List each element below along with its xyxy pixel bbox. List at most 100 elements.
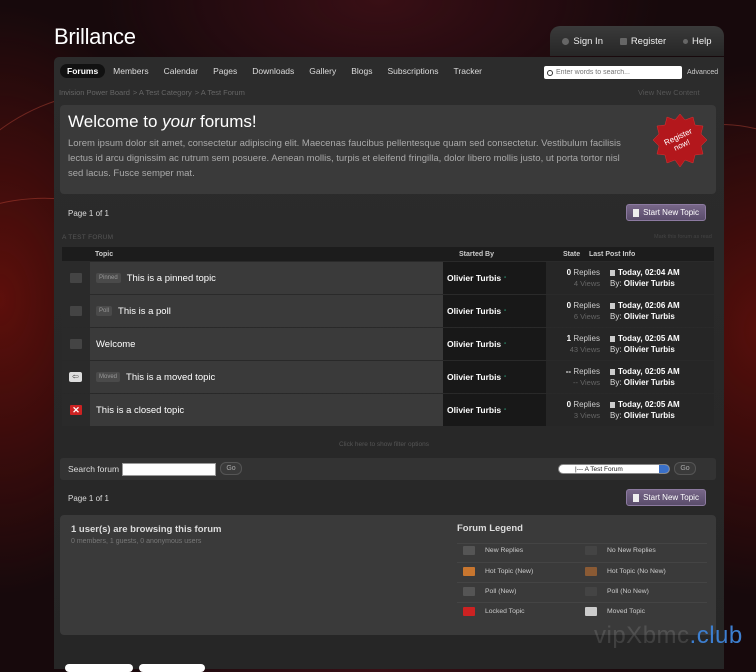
- legend-divider: [457, 602, 707, 603]
- tab-downloads[interactable]: Downloads: [245, 64, 301, 78]
- locked-icon: ✕: [70, 405, 82, 415]
- last-post-cell: Today, 02:06 AM By: Olivier Turbis: [606, 295, 714, 327]
- starter-link[interactable]: Olivier Turbis: [447, 273, 501, 283]
- start-new-topic-label: Start New Topic: [643, 208, 699, 217]
- flag-icon: [610, 302, 615, 309]
- new-topic-icon: [633, 208, 640, 217]
- legend-item: New Replies: [463, 546, 523, 555]
- profile-card-icon[interactable]: ▫: [504, 374, 506, 380]
- last-poster-link[interactable]: Olivier Turbis: [624, 312, 675, 321]
- replies-word: Replies: [573, 400, 600, 409]
- topic-title-link[interactable]: Welcome: [96, 339, 135, 350]
- breadcrumb-item[interactable]: Invision Power Board: [59, 88, 130, 97]
- profile-card-icon[interactable]: ▫: [504, 308, 506, 314]
- app-logo[interactable]: Brillance: [54, 24, 136, 50]
- col-started-by[interactable]: Started By: [459, 251, 494, 258]
- topic-cell: Poll This is a poll: [90, 295, 443, 327]
- search-input[interactable]: [556, 69, 674, 76]
- welcome-title-em: your: [162, 112, 196, 131]
- view-new-content-link[interactable]: View New Content: [638, 88, 700, 97]
- topic-status-cell: ✕: [62, 394, 90, 426]
- tab-blogs[interactable]: Blogs: [344, 64, 379, 78]
- watermark-text: vipXbmc: [594, 622, 690, 649]
- col-topic[interactable]: Topic: [95, 251, 113, 258]
- by-label: By:: [610, 345, 622, 354]
- last-post-cell: Today, 02:04 AM By: Olivier Turbis: [606, 262, 714, 294]
- tab-members[interactable]: Members: [106, 64, 155, 78]
- topic-title-link[interactable]: This is a poll: [118, 306, 171, 317]
- welcome-text: Lorem ipsum dolor sit amet, consectetur …: [68, 138, 621, 179]
- starter-link[interactable]: Olivier Turbis: [447, 372, 501, 382]
- starter-cell: Olivier Turbis ▫: [443, 328, 546, 360]
- breadcrumb: Invision Power Board > A Test Category >…: [59, 88, 245, 97]
- legend-label: Locked Topic: [485, 608, 525, 615]
- breadcrumb-item[interactable]: > A Test Forum: [195, 88, 245, 97]
- last-post-time[interactable]: Today, 02:05 AM: [610, 334, 680, 343]
- register-link[interactable]: Register: [619, 36, 666, 47]
- col-state[interactable]: State: [563, 251, 580, 258]
- tab-calendar[interactable]: Calendar: [157, 64, 206, 78]
- last-poster-link[interactable]: Olivier Turbis: [624, 279, 675, 288]
- col-last-post[interactable]: Last Post Info: [589, 251, 635, 258]
- tab-subscriptions[interactable]: Subscriptions: [380, 64, 445, 78]
- sign-in-link[interactable]: Sign In: [562, 36, 603, 47]
- register-now-badge[interactable]: Register now!: [652, 113, 708, 169]
- starter-link[interactable]: Olivier Turbis: [447, 405, 501, 415]
- language-selector[interactable]: [139, 664, 205, 672]
- last-poster-link[interactable]: Olivier Turbis: [624, 345, 675, 354]
- forum-jump-go-button[interactable]: Go: [674, 462, 696, 475]
- help-link[interactable]: Help: [683, 36, 712, 47]
- start-new-topic-button[interactable]: Start New Topic: [626, 204, 706, 221]
- mark-read-link[interactable]: Mark this forum as read: [654, 234, 712, 240]
- legend-item: Hot Topic (New): [463, 567, 533, 576]
- starter-link[interactable]: Olivier Turbis: [447, 339, 501, 349]
- last-post-time[interactable]: Today, 02:05 AM: [610, 400, 680, 409]
- folder-icon: [70, 339, 82, 349]
- tab-tracker[interactable]: Tracker: [447, 64, 490, 78]
- last-poster-link[interactable]: Olivier Turbis: [624, 378, 675, 387]
- starter-link[interactable]: Olivier Turbis: [447, 306, 501, 316]
- reply-number: 1: [566, 334, 572, 343]
- last-post-time[interactable]: Today, 02:05 AM: [610, 367, 680, 376]
- topic-cell: Moved This is a moved topic: [90, 361, 443, 393]
- last-poster-link[interactable]: Olivier Turbis: [624, 411, 675, 420]
- page-indicator: Page 1 of 1: [68, 209, 109, 218]
- legend-item: Moved Topic: [585, 607, 645, 616]
- legend-item: No New Replies: [585, 546, 656, 555]
- filter-options-link[interactable]: Click here to show filter options: [339, 441, 429, 448]
- reply-count: -- Replies: [566, 367, 600, 376]
- tab-forums[interactable]: Forums: [60, 64, 106, 78]
- tab-pages[interactable]: Pages: [206, 64, 244, 78]
- hot-topic-icon: [463, 567, 475, 576]
- search-icon[interactable]: [547, 69, 553, 76]
- last-post-time[interactable]: Today, 02:04 AM: [610, 268, 680, 277]
- state-cell: 1 Replies 43 Views: [546, 328, 606, 360]
- legend-label: Poll (No New): [607, 588, 649, 595]
- tab-gallery[interactable]: Gallery: [302, 64, 343, 78]
- replies-word: Replies: [573, 334, 600, 343]
- profile-card-icon[interactable]: ▫: [504, 341, 506, 347]
- table-header: Topic Started By State Last Post Info: [62, 247, 714, 261]
- replies-word: Replies: [573, 367, 600, 376]
- profile-card-icon[interactable]: ▫: [504, 275, 506, 281]
- last-post-time[interactable]: Today, 02:06 AM: [610, 301, 680, 310]
- topic-status-cell: ⇦: [62, 361, 90, 393]
- breadcrumb-item[interactable]: > A Test Category: [133, 88, 192, 97]
- topic-title-link[interactable]: This is a pinned topic: [127, 273, 216, 284]
- search-forum-go-button[interactable]: Go: [220, 462, 242, 475]
- start-new-topic-button[interactable]: Start New Topic: [626, 489, 706, 506]
- flag-icon: [610, 368, 615, 375]
- reply-count: 0 Replies: [567, 400, 600, 409]
- forum-jump-select[interactable]: |--- A Test Forum: [558, 464, 670, 474]
- advanced-search-link[interactable]: Advanced: [687, 69, 718, 76]
- skin-selector[interactable]: [65, 664, 133, 672]
- last-post-by: By: Olivier Turbis: [610, 312, 675, 321]
- view-count: 43 Views: [569, 345, 600, 354]
- profile-card-icon[interactable]: ▫: [504, 407, 506, 413]
- moved-icon: ⇦: [69, 372, 82, 382]
- flag-icon: [610, 335, 615, 342]
- topic-title-link[interactable]: This is a closed topic: [96, 405, 184, 416]
- search-forum-input[interactable]: [122, 463, 216, 476]
- topic-title-link[interactable]: This is a moved topic: [126, 372, 215, 383]
- by-label: By:: [610, 312, 622, 321]
